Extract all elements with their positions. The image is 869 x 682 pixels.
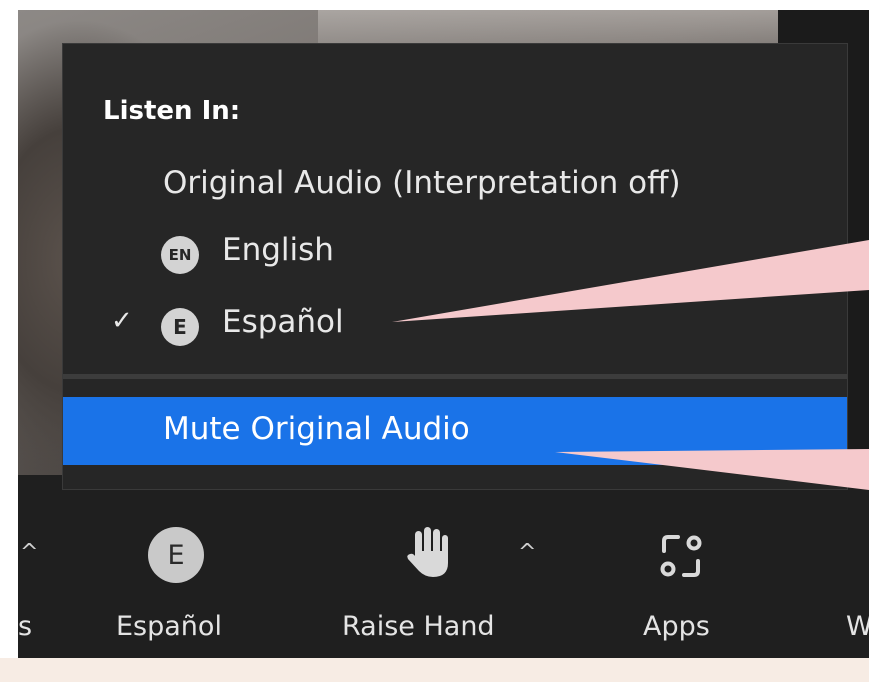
raise-hand-label[interactable]: Raise Hand (342, 611, 495, 642)
language-badge-e: E (161, 308, 199, 346)
apps-label[interactable]: Apps (643, 611, 710, 642)
menu-item-espanol[interactable]: ✓ E Español (63, 296, 847, 352)
language-badge-en: EN (161, 236, 199, 274)
menu-header: Listen In: (103, 96, 241, 126)
language-button[interactable]: E (148, 527, 204, 583)
apps-icon[interactable] (656, 531, 706, 585)
menu-item-english[interactable]: EN English (63, 224, 847, 280)
toolbar-partial-label-right: W (846, 611, 869, 642)
menu-item-label: English (222, 232, 334, 268)
menu-item-original-audio[interactable]: Original Audio (Interpretation off) (63, 157, 847, 213)
language-button-label[interactable]: Español (116, 611, 222, 642)
checkmark-icon: ✓ (111, 306, 133, 336)
chevron-up-icon[interactable]: ^ (518, 540, 536, 565)
menu-item-label: Español (222, 304, 344, 340)
menu-item-label: Mute Original Audio (163, 411, 470, 447)
mute-original-audio-item[interactable]: Mute Original Audio (63, 397, 847, 465)
page-margin-top (0, 0, 869, 10)
chevron-up-icon[interactable]: ^ (20, 540, 38, 565)
interpretation-menu: Listen In: Original Audio (Interpretatio… (62, 43, 848, 490)
menu-item-label: Original Audio (Interpretation off) (163, 165, 681, 201)
toolbar-partial-label-left: s (18, 611, 33, 642)
raise-hand-icon[interactable] (405, 525, 457, 585)
menu-divider (63, 374, 847, 379)
language-badge: E (167, 539, 185, 571)
